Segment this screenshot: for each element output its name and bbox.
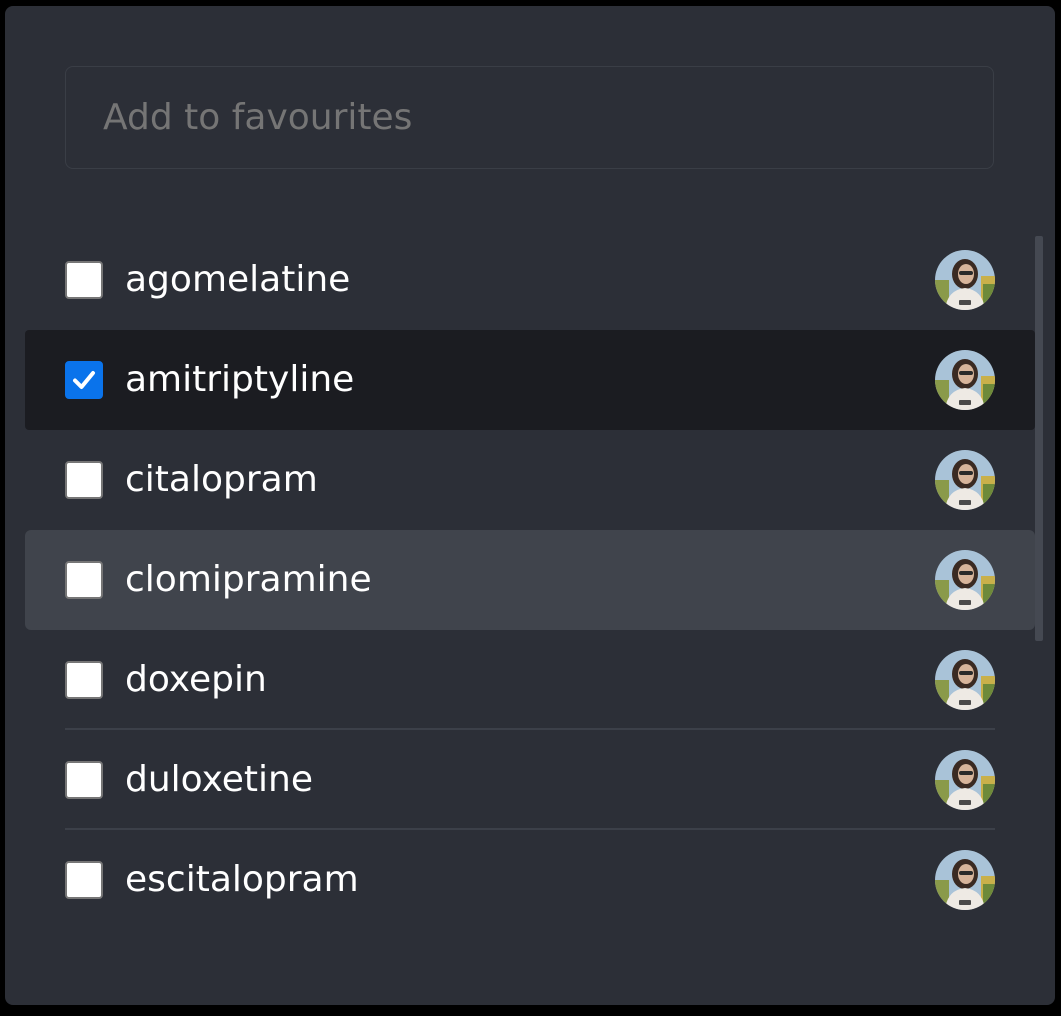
- user-avatar-photo: [935, 550, 995, 610]
- checkbox-checked[interactable]: [65, 361, 103, 399]
- user-avatar: [935, 450, 995, 510]
- list-item-label: clomipramine: [125, 559, 372, 600]
- checkbox[interactable]: [65, 261, 103, 299]
- user-avatar: [935, 550, 995, 610]
- checkbox[interactable]: [65, 461, 103, 499]
- favourites-search-box[interactable]: [65, 66, 994, 169]
- list-item-label: doxepin: [125, 659, 267, 700]
- user-avatar: [935, 350, 995, 410]
- list-item-duloxetine[interactable]: duloxetine: [25, 730, 1035, 830]
- user-avatar: [935, 850, 995, 910]
- list-item-label: escitalopram: [125, 859, 359, 900]
- list-item-label: agomelatine: [125, 259, 351, 300]
- check-icon: [73, 371, 95, 389]
- favourites-panel: agomelatine amitriptyline citalopram clo…: [5, 6, 1055, 1005]
- user-avatar-photo: [935, 450, 995, 510]
- list-item-label: duloxetine: [125, 759, 314, 800]
- checkbox[interactable]: [65, 861, 103, 899]
- user-avatar: [935, 750, 995, 810]
- checkbox[interactable]: [65, 661, 103, 699]
- list-item-citalopram[interactable]: citalopram: [25, 430, 1035, 530]
- list-item-amitriptyline[interactable]: amitriptyline: [25, 330, 1035, 430]
- checkbox[interactable]: [65, 561, 103, 599]
- list-scrollbar[interactable]: [1035, 236, 1043, 641]
- user-avatar-photo: [935, 350, 995, 410]
- list-item-label: citalopram: [125, 459, 318, 500]
- list-item-clomipramine[interactable]: clomipramine: [25, 530, 1035, 630]
- medication-list: agomelatine amitriptyline citalopram clo…: [25, 230, 1035, 930]
- user-avatar: [935, 250, 995, 310]
- user-avatar-photo: [935, 650, 995, 710]
- checkbox[interactable]: [65, 761, 103, 799]
- user-avatar-photo: [935, 850, 995, 910]
- list-item-escitalopram[interactable]: escitalopram: [25, 830, 1035, 930]
- list-item-agomelatine[interactable]: agomelatine: [25, 230, 1035, 330]
- user-avatar-photo: [935, 750, 995, 810]
- list-item-label: amitriptyline: [125, 359, 355, 400]
- user-avatar-photo: [935, 250, 995, 310]
- user-avatar: [935, 650, 995, 710]
- favourites-search-input[interactable]: [66, 67, 993, 168]
- list-item-doxepin[interactable]: doxepin: [25, 630, 1035, 730]
